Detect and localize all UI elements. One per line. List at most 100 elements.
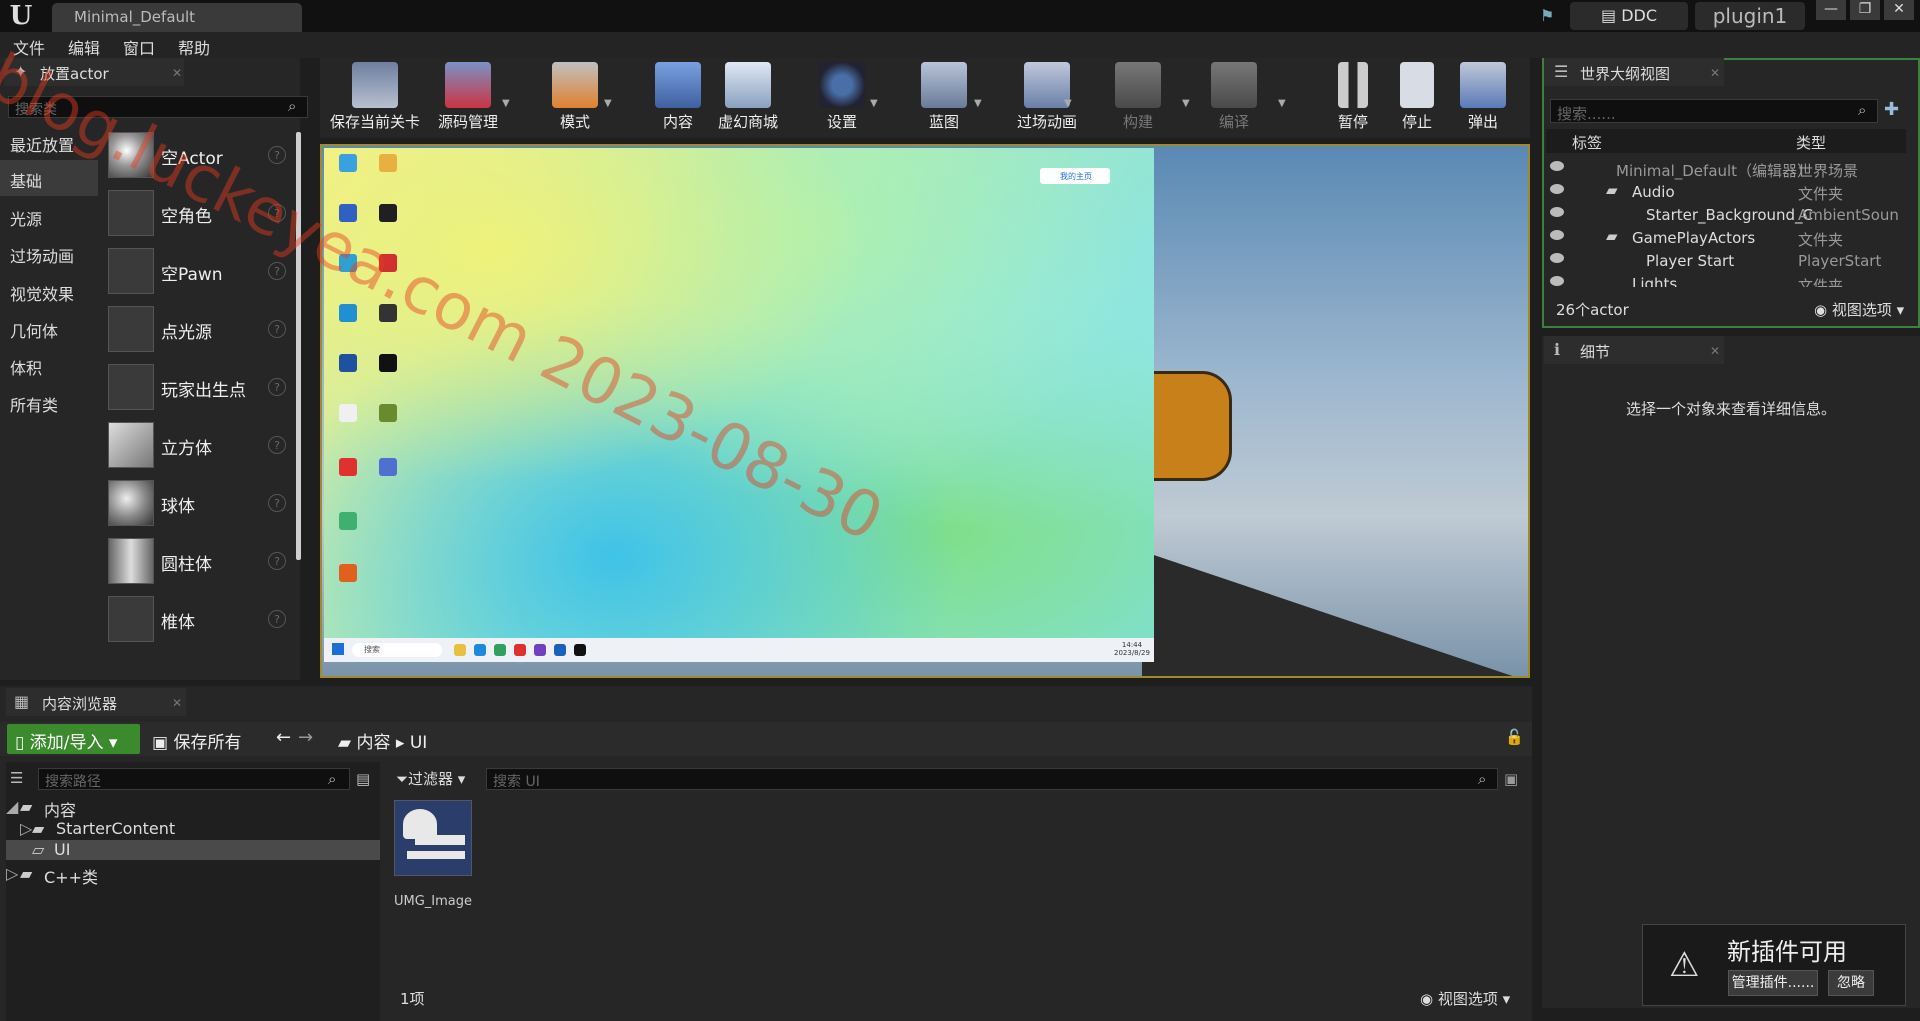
actor-item-sphere[interactable]: 球体 ?	[108, 476, 293, 532]
build-button[interactable]: 构建	[1093, 62, 1183, 138]
help-icon[interactable]: ?	[268, 146, 286, 164]
help-icon[interactable]: ?	[268, 262, 286, 280]
tree-item-cpp-classes[interactable]: ▷ ▰ C++类	[6, 864, 380, 887]
source-control-status-icon[interactable]: ⚑	[1540, 6, 1562, 26]
sources-list-icon[interactable]: ▤	[356, 770, 370, 788]
taskbar-app-icon	[574, 644, 586, 656]
content-view-options-button[interactable]: ◉ 视图选项 ▾	[1420, 988, 1510, 1009]
cinematics-button[interactable]: 过场动画	[1002, 62, 1092, 138]
tree-item-starter-content[interactable]: ▷ ▰ StarterContent	[6, 819, 380, 839]
settings-icon	[819, 62, 865, 108]
asset-tile-umg-image[interactable]	[394, 800, 472, 876]
help-icon[interactable]: ?	[268, 610, 286, 628]
viewport-actor-object[interactable]	[1142, 371, 1232, 481]
tab-close-icon[interactable]: ✕	[172, 696, 182, 710]
filters-button[interactable]: ⏷过滤器 ▾	[396, 768, 465, 789]
close-window-button[interactable]: ✕	[1884, 0, 1914, 20]
outliner-tab[interactable]: ☰ 世界大纲视图 ✕	[1544, 58, 1724, 86]
expand-arrow-icon[interactable]: ▷	[6, 864, 18, 883]
back-arrow-icon[interactable]: ←	[276, 727, 291, 748]
marketplace-button[interactable]: 虚幻商城	[703, 62, 793, 138]
actor-item-point-light[interactable]: 点光源 ?	[108, 302, 293, 358]
eject-button[interactable]: 弹出	[1438, 62, 1528, 138]
tab-close-icon[interactable]: ✕	[1710, 66, 1720, 80]
eye-icon[interactable]	[1550, 161, 1564, 171]
menu-edit[interactable]: 编辑	[68, 35, 100, 59]
column-label[interactable]: 标签	[1572, 132, 1602, 153]
breadcrumb-content[interactable]: 内容	[356, 733, 390, 753]
breadcrumb-ui[interactable]: UI	[410, 733, 427, 753]
restore-button[interactable]: ❐	[1850, 0, 1880, 20]
save-search-icon[interactable]: ▣	[1504, 770, 1518, 788]
add-import-button[interactable]: ▯ 添加/导入 ▾	[7, 724, 140, 754]
outliner-row[interactable]: ▰ GamePlayActors 文件夹	[1546, 227, 1906, 249]
category-volumes[interactable]: 体积	[0, 347, 98, 383]
help-icon[interactable]: ?	[268, 378, 286, 396]
tab-close-icon[interactable]: ✕	[172, 66, 182, 80]
category-geometry[interactable]: 几何体	[0, 310, 98, 346]
save-all-button[interactable]: ▣ 保存所有	[152, 728, 241, 753]
level-viewport[interactable]: 我的主页 搜索 14:44 2023/8/29	[320, 144, 1530, 678]
toolbar-label: 源码管理	[437, 113, 498, 131]
source-control-button[interactable]: 源码管理	[423, 62, 513, 138]
tree-toggle-icon[interactable]: ☰	[10, 769, 23, 787]
eye-icon[interactable]	[1550, 184, 1564, 194]
actor-item-cone[interactable]: 椎体 ?	[108, 592, 293, 648]
tree-item-ui[interactable]: ▱ UI	[6, 840, 380, 860]
category-cinematic[interactable]: 过场动画	[0, 235, 98, 271]
manage-plugins-button[interactable]: 管理插件......	[1728, 970, 1818, 996]
clock-time: 14:44	[1121, 641, 1143, 649]
menu-help[interactable]: 帮助	[178, 35, 210, 59]
outliner-row[interactable]: Starter_Background_C AmbientSoun	[1546, 204, 1906, 226]
save-level-button[interactable]: 保存当前关卡	[330, 62, 420, 138]
breadcrumb-separator-icon[interactable]: ▸	[396, 733, 410, 753]
forward-arrow-icon[interactable]: →	[298, 727, 313, 748]
ignore-button[interactable]: 忽略	[1828, 970, 1874, 996]
expand-arrow-icon[interactable]: ▷	[20, 819, 32, 838]
eye-icon[interactable]	[1550, 207, 1564, 217]
actor-item-cube[interactable]: 立方体 ?	[108, 418, 293, 474]
details-tab[interactable]: ℹ 细节 ✕	[1544, 336, 1724, 364]
ddc-button[interactable]: ▤ DDC	[1570, 2, 1688, 30]
blueprints-dropdown-icon[interactable]: ▼	[974, 92, 982, 110]
help-icon[interactable]: ?	[268, 320, 286, 338]
lock-icon[interactable]: 🔓	[1505, 728, 1524, 746]
actor-item-cylinder[interactable]: 圆柱体 ?	[108, 534, 293, 590]
view-options-button[interactable]: ◉ 视图选项 ▾	[1814, 299, 1904, 320]
add-filter-icon[interactable]: ✚	[1884, 99, 1899, 120]
source-control-dropdown-icon[interactable]: ▼	[502, 92, 510, 110]
cinematics-dropdown-icon[interactable]: ▼	[1064, 92, 1072, 110]
help-icon[interactable]: ?	[268, 436, 286, 454]
path-search-input[interactable]: 搜索路径	[38, 768, 350, 790]
compile-dropdown-icon[interactable]: ▼	[1278, 92, 1286, 110]
outliner-row[interactable]: ▰ Audio 文件夹	[1546, 181, 1906, 203]
eye-icon[interactable]	[1550, 253, 1564, 263]
eye-icon[interactable]	[1550, 276, 1564, 286]
actor-item-player-start[interactable]: 玩家出生点 ?	[108, 360, 293, 416]
outliner-row[interactable]: Minimal_Default（编辑器） 世界场景	[1546, 158, 1906, 180]
minimize-button[interactable]: —	[1816, 0, 1846, 20]
asset-search-input[interactable]: 搜索 UI	[486, 768, 1498, 790]
toolbar-label: 蓝图	[928, 113, 959, 131]
tree-item-content[interactable]: ◢ ▰ 内容	[6, 797, 380, 820]
category-visual-effects[interactable]: 视觉效果	[0, 273, 98, 309]
category-all-classes[interactable]: 所有类	[0, 384, 98, 420]
menu-window[interactable]: 窗口	[123, 35, 155, 59]
tab-close-icon[interactable]: ✕	[1710, 344, 1720, 358]
settings-dropdown-icon[interactable]: ▼	[870, 92, 878, 110]
help-icon[interactable]: ?	[268, 552, 286, 570]
help-icon[interactable]: ?	[268, 494, 286, 512]
modes-dropdown-icon[interactable]: ▼	[604, 92, 612, 110]
collapse-arrow-icon[interactable]: ◢	[6, 797, 18, 816]
outliner-search-input[interactable]: 搜索......	[1550, 99, 1878, 123]
content-browser-tab[interactable]: ▦ 内容浏览器 ✕	[6, 688, 186, 716]
column-type[interactable]: 类型	[1796, 132, 1826, 153]
outliner-row[interactable]: Player Start PlayerStart	[1546, 250, 1906, 272]
category-basic[interactable]: 基础	[0, 160, 98, 196]
save-icon	[352, 62, 398, 108]
compile-button[interactable]: 编译	[1189, 62, 1279, 138]
category-lights[interactable]: 光源	[0, 198, 98, 234]
document-tab[interactable]: Minimal_Default	[52, 3, 302, 32]
eye-icon[interactable]	[1550, 230, 1564, 240]
outliner-row[interactable]: Lights 文件夹	[1546, 273, 1906, 287]
